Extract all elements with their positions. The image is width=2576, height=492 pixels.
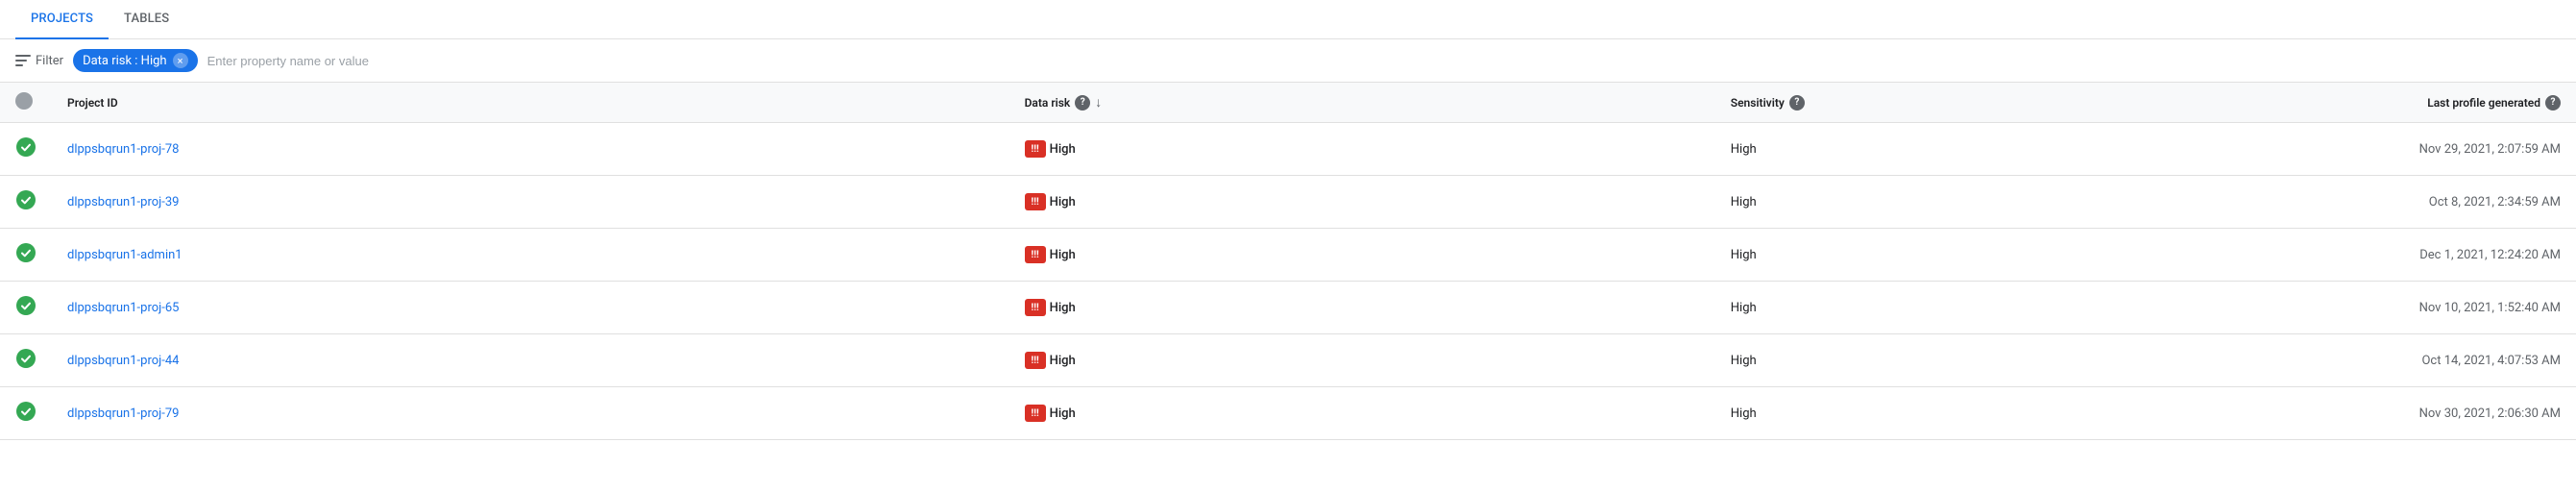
data-risk-sort-icon[interactable]: ↓ [1095, 94, 1102, 111]
success-icon [15, 136, 36, 158]
table-row: dlppsbqrun1-proj-44!!!HighHighOct 14, 20… [0, 334, 2576, 387]
filter-lines-icon [15, 55, 31, 66]
col-header-sensitivity: Sensitivity ? [1715, 83, 2171, 123]
data-risk-help-icon[interactable]: ? [1075, 95, 1090, 111]
high-risk-icon: !!! [1025, 246, 1046, 263]
sensitivity-cell: High [1715, 123, 2171, 176]
col-header-project-id: Project ID [52, 83, 1009, 123]
col-header-data-risk: Data risk ? ↓ [1009, 83, 1715, 123]
sensitivity-cell: High [1715, 334, 2171, 387]
success-icon [15, 242, 36, 263]
high-risk-icon: !!! [1025, 352, 1046, 369]
last-profile-cell: Nov 30, 2021, 2:06:30 AM [2170, 387, 2576, 440]
data-risk-value: High [1050, 354, 1076, 368]
high-risk-icon: !!! [1025, 299, 1046, 316]
table-row: dlppsbqrun1-admin1!!!HighHighDec 1, 2021… [0, 229, 2576, 282]
filter-chip[interactable]: Data risk : High × [73, 49, 198, 72]
last-profile-cell: Nov 10, 2021, 1:52:40 AM [2170, 282, 2576, 334]
last-profile-cell: Oct 8, 2021, 2:34:59 AM [2170, 176, 2576, 229]
data-risk-value: High [1050, 248, 1076, 262]
last-profile-cell: Nov 29, 2021, 2:07:59 AM [2170, 123, 2576, 176]
tab-projects[interactable]: PROJECTS [15, 0, 109, 39]
project-id-cell: dlppsbqrun1-proj-65 [52, 282, 1009, 334]
sensitivity-cell: High [1715, 229, 2171, 282]
success-icon [15, 295, 36, 316]
success-icon [15, 189, 36, 210]
table-header-row: Project ID Data risk ? ↓ Sensitivity ? [0, 83, 2576, 123]
search-input[interactable] [207, 54, 2561, 68]
col-header-checkbox [0, 83, 52, 123]
table-row: dlppsbqrun1-proj-39!!!HighHighOct 8, 202… [0, 176, 2576, 229]
col-header-last-profile: Last profile generated ? [2170, 83, 2576, 123]
high-risk-icon: !!! [1025, 140, 1046, 158]
project-id-cell: dlppsbqrun1-proj-44 [52, 334, 1009, 387]
status-cell [0, 387, 52, 440]
project-id-cell: dlppsbqrun1-admin1 [52, 229, 1009, 282]
success-icon [15, 401, 36, 422]
last-profile-cell: Dec 1, 2021, 12:24:20 AM [2170, 229, 2576, 282]
status-cell [0, 123, 52, 176]
project-id-cell: dlppsbqrun1-proj-78 [52, 123, 1009, 176]
data-risk-cell: !!! High [1009, 282, 1715, 334]
table-row: dlppsbqrun1-proj-79!!!HighHighNov 30, 20… [0, 387, 2576, 440]
sensitivity-cell: High [1715, 387, 2171, 440]
data-risk-value: High [1050, 195, 1076, 209]
status-cell [0, 334, 52, 387]
table-container: Project ID Data risk ? ↓ Sensitivity ? [0, 83, 2576, 440]
data-risk-cell: !!! High [1009, 334, 1715, 387]
status-cell [0, 229, 52, 282]
last-profile-cell: Oct 14, 2021, 4:07:53 AM [2170, 334, 2576, 387]
status-cell [0, 282, 52, 334]
last-profile-help-icon[interactable]: ? [2545, 95, 2561, 111]
project-id-cell: dlppsbqrun1-proj-79 [52, 387, 1009, 440]
filter-chip-label: Data risk : High [83, 54, 167, 68]
close-icon[interactable]: × [173, 53, 188, 68]
data-risk-value: High [1050, 142, 1076, 157]
success-icon [15, 348, 36, 369]
filter-button[interactable]: Filter [15, 54, 63, 68]
sensitivity-cell: High [1715, 176, 2171, 229]
tab-tables[interactable]: TABLES [109, 0, 184, 39]
high-risk-icon: !!! [1025, 193, 1046, 210]
data-risk-value: High [1050, 406, 1076, 421]
sensitivity-cell: High [1715, 282, 2171, 334]
data-risk-cell: !!! High [1009, 123, 1715, 176]
tabs-container: PROJECTS TABLES [0, 0, 2576, 39]
toolbar: Filter Data risk : High × [0, 39, 2576, 83]
data-risk-cell: !!! High [1009, 387, 1715, 440]
project-id-cell: dlppsbqrun1-proj-39 [52, 176, 1009, 229]
data-risk-cell: !!! High [1009, 229, 1715, 282]
filter-label: Filter [36, 54, 63, 68]
high-risk-icon: !!! [1025, 405, 1046, 422]
status-cell [0, 176, 52, 229]
table-row: dlppsbqrun1-proj-65!!!HighHighNov 10, 20… [0, 282, 2576, 334]
data-risk-cell: !!! High [1009, 176, 1715, 229]
sensitivity-help-icon[interactable]: ? [1789, 95, 1805, 111]
table-row: dlppsbqrun1-proj-78!!!HighHighNov 29, 20… [0, 123, 2576, 176]
data-risk-value: High [1050, 301, 1076, 315]
